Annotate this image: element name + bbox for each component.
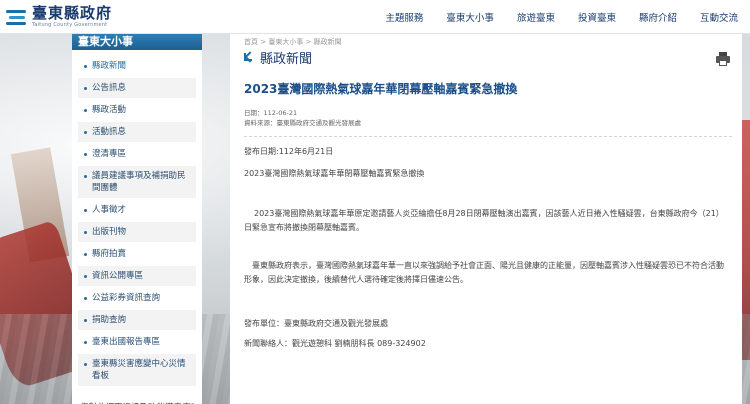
- bullet-icon: [84, 231, 87, 234]
- sidebar-title: 臺東大小事: [72, 34, 202, 50]
- publishing-unit: 發布單位：臺東縣政府交通及觀光發展處: [244, 319, 388, 328]
- chevron-diamond-icon: [244, 52, 256, 62]
- main-nav: 主題服務 臺東大小事 旅遊臺東 投資臺東 縣府介紹 互動交流: [385, 0, 738, 34]
- bullet-icon: [84, 209, 87, 212]
- article-body: 發布日期:112年6月21日 2023臺灣國際熱氣球嘉年華閉幕壓軸嘉賓緊急撤換 …: [230, 145, 742, 351]
- satisfaction-survey-prompt[interactable]: 您對此網頁資訊及功能滿意度?: [72, 388, 202, 404]
- bullet-icon: [84, 319, 87, 322]
- nav-item-about[interactable]: 縣府介紹: [639, 10, 677, 24]
- bullet-icon: [84, 87, 87, 90]
- bullet-icon: [84, 363, 87, 366]
- bullet-icon: [84, 131, 87, 134]
- logo-waves-icon: [6, 8, 28, 26]
- sidebar-item-publications[interactable]: 出版刊物: [78, 222, 196, 242]
- nav-item-news[interactable]: 臺東大小事: [446, 10, 494, 24]
- sidebar: 臺東大小事 縣政新聞 公告訊息 縣政活動 活動訊息 澄清專區 議員建議事項及補捐…: [72, 34, 202, 404]
- sidebar-item-label: 縣府拍賣: [92, 249, 127, 259]
- press-contact: 新聞聯絡人：觀光遊憩科 劉楠朋科長 089-324902: [244, 339, 426, 348]
- paragraph: 2023臺灣國際熱氣球嘉年華原定邀請藝人炎亞綸擔任8月28日閉幕壓軸演出嘉賓，因…: [244, 209, 724, 232]
- sidebar-item-label: 出版刊物: [92, 227, 127, 237]
- bullet-icon: [84, 275, 87, 278]
- breadcrumb[interactable]: 首頁 > 臺東大小事 > 縣政新聞: [230, 34, 742, 46]
- article-meta: 日期：112-06-21 資料來源：臺東縣政府交通及觀光發展處: [230, 100, 742, 128]
- sidebar-item-label: 縣政新聞: [92, 61, 127, 71]
- sidebar-item-label: 捐助查詢: [92, 315, 127, 325]
- logo-title: 臺東縣政府: [32, 3, 113, 22]
- divider: [244, 136, 732, 137]
- sidebar-item-label: 臺東出國報告專區: [92, 337, 161, 347]
- nav-item-services[interactable]: 主題服務: [385, 10, 423, 24]
- article-title: 2023臺灣國際熱氣球嘉年華閉幕壓軸嘉賓緊急撤換: [244, 82, 518, 96]
- sidebar-item-auctions[interactable]: 縣府拍賣: [78, 244, 196, 264]
- bullet-icon: [84, 341, 87, 344]
- sidebar-item-donation-query[interactable]: 捐助查詢: [78, 310, 196, 330]
- sidebar-item-overseas-reports[interactable]: 臺東出國報告專區: [78, 332, 196, 352]
- sidebar-item-announcements[interactable]: 公告訊息: [78, 78, 196, 98]
- bullet-icon: [84, 65, 87, 68]
- sidebar-item-event-info[interactable]: 活動訊息: [78, 122, 196, 142]
- bullet-icon: [84, 297, 87, 300]
- article-subtitle: 2023臺灣國際熱氣球嘉年華閉幕壓軸嘉賓緊急撤換: [244, 169, 425, 178]
- sidebar-item-councilor-suggestions[interactable]: 議員建議事項及補捐助民間團體: [78, 166, 196, 198]
- sidebar-item-lottery-info[interactable]: 公益彩券資訊查詢: [78, 288, 196, 308]
- nav-item-invest[interactable]: 投資臺東: [578, 10, 616, 24]
- sidebar-item-label: 公告訊息: [92, 83, 127, 93]
- article-date: 日期：112-06-21: [244, 109, 298, 117]
- main-content: 首頁 > 臺東大小事 > 縣政新聞 縣政新聞 2023臺灣國際熱氣球嘉年華閉幕壓…: [230, 34, 742, 404]
- sidebar-item-county-activities[interactable]: 縣政活動: [78, 100, 196, 120]
- sidebar-item-label: 活動訊息: [92, 127, 127, 137]
- bullet-icon: [84, 153, 87, 156]
- sidebar-item-open-info[interactable]: 資訊公開專區: [78, 266, 196, 286]
- print-icon[interactable]: [716, 52, 730, 66]
- site-logo[interactable]: 臺東縣政府 Taitung County Government: [6, 3, 113, 28]
- page-title: 縣政新聞: [260, 51, 313, 67]
- logo-subtitle: Taitung County Government: [32, 21, 108, 28]
- sidebar-item-label: 人事徵才: [92, 205, 127, 215]
- sidebar-item-label: 澄清專區: [92, 149, 127, 159]
- site-header: 臺東縣政府 Taitung County Government 主題服務 臺東大…: [0, 0, 750, 34]
- sidebar-item-recruitment[interactable]: 人事徵才: [78, 200, 196, 220]
- bullet-icon: [84, 253, 87, 256]
- publish-date: 發布日期:112年6月21日: [244, 147, 334, 156]
- nav-item-travel[interactable]: 旅遊臺東: [517, 10, 555, 24]
- sidebar-menu: 縣政新聞 公告訊息 縣政活動 活動訊息 澄清專區 議員建議事項及補捐助民間團體 …: [72, 50, 202, 386]
- sidebar-item-disaster-board[interactable]: 臺東縣災害應變中心災情看板: [78, 354, 196, 386]
- sidebar-item-label: 資訊公開專區: [92, 271, 144, 281]
- sidebar-item-clarifications[interactable]: 澄清專區: [78, 144, 196, 164]
- sidebar-item-label: 縣政活動: [92, 105, 127, 115]
- sidebar-item-label: 議員建議事項及補捐助民間團體: [92, 171, 186, 193]
- page-heading: 縣政新聞: [230, 44, 742, 67]
- sidebar-item-county-news[interactable]: 縣政新聞: [78, 56, 196, 76]
- bullet-icon: [84, 175, 87, 178]
- article-source: 資料來源：臺東縣政府交通及觀光發展處: [244, 119, 361, 127]
- sidebar-item-label: 臺東縣災害應變中心災情看板: [92, 359, 186, 381]
- sidebar-item-label: 公益彩券資訊查詢: [92, 293, 161, 303]
- nav-item-interact[interactable]: 互動交流: [700, 10, 738, 24]
- paragraph: 臺東縣政府表示，臺灣國際熱氣球嘉年華一直以來強調給予社會正面、陽光且健康的正能量…: [244, 261, 724, 284]
- bullet-icon: [84, 109, 87, 112]
